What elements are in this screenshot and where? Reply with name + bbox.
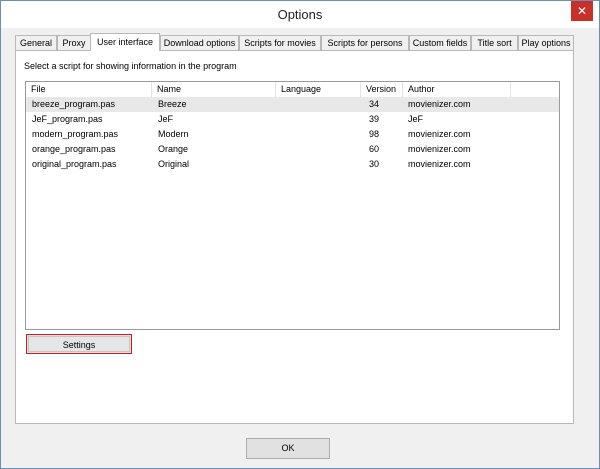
column-header-language[interactable]: Language — [276, 82, 361, 97]
cell-author: movienizer.com — [408, 144, 471, 154]
close-icon: ✕ — [576, 4, 588, 18]
panel-caption: Select a script for showing information … — [24, 61, 237, 71]
cell-name: Orange — [158, 144, 189, 154]
table-row[interactable]: modern_program.pas Modern 98 movienizer.… — [26, 127, 559, 142]
cell-author: movienizer.com — [408, 129, 471, 139]
scripts-list[interactable]: File Name Language Version Author breeze… — [25, 81, 560, 330]
tab-download-options[interactable]: Download options — [160, 35, 239, 50]
cell-file: original_program.pas — [32, 159, 117, 169]
column-header-file[interactable]: File — [26, 82, 152, 97]
cell-version: 39 — [369, 114, 380, 124]
settings-button[interactable]: Settings — [26, 334, 132, 354]
cell-file: JeF_program.pas — [32, 114, 103, 124]
list-header: File Name Language Version Author — [26, 82, 559, 97]
cell-version: 34 — [369, 99, 380, 109]
cell-file: orange_program.pas — [32, 144, 116, 154]
cell-version: 98 — [369, 129, 380, 139]
cell-name: Original — [158, 159, 190, 169]
cell-author: movienizer.com — [408, 99, 471, 109]
tab-scripts-for-movies[interactable]: Scripts for movies — [239, 35, 321, 50]
cell-version: 30 — [369, 159, 380, 169]
cell-file: modern_program.pas — [32, 129, 119, 139]
cell-name: Modern — [158, 129, 189, 139]
tab-title-sort[interactable]: Title sort — [471, 35, 518, 50]
ok-button[interactable]: OK — [246, 438, 330, 459]
options-window: Options ✕ General Proxy User interface D… — [0, 0, 600, 469]
tab-play-options[interactable]: Play options — [518, 35, 574, 50]
cell-name: JeF — [158, 114, 174, 124]
window-title: Options — [277, 7, 323, 22]
settings-button-label: Settings — [28, 336, 130, 352]
table-row[interactable]: orange_program.pas Orange 60 movienizer.… — [26, 142, 559, 157]
cell-name: Breeze — [158, 99, 187, 109]
cell-author: movienizer.com — [408, 159, 471, 169]
table-row[interactable]: original_program.pas Original 30 movieni… — [26, 157, 559, 172]
tab-user-interface[interactable]: User interface — [90, 33, 160, 51]
table-row[interactable]: breeze_program.pas Breeze 34 movienizer.… — [26, 97, 559, 112]
title-bar: Options ✕ — [1, 1, 599, 28]
tab-custom-fields[interactable]: Custom fields — [409, 35, 471, 50]
table-row[interactable]: JeF_program.pas JeF 39 JeF — [26, 112, 559, 127]
cell-author: JeF — [408, 114, 424, 124]
tab-proxy[interactable]: Proxy — [57, 35, 91, 50]
user-interface-panel: Select a script for showing information … — [15, 50, 574, 424]
tab-scripts-for-persons[interactable]: Scripts for persons — [321, 35, 409, 50]
cell-file: breeze_program.pas — [32, 99, 116, 109]
column-header-version[interactable]: Version — [361, 82, 403, 97]
cell-version: 60 — [369, 144, 380, 154]
column-header-author[interactable]: Author — [403, 82, 511, 97]
tab-general[interactable]: General — [15, 35, 57, 50]
column-header-name[interactable]: Name — [152, 82, 276, 97]
close-button[interactable]: ✕ — [571, 1, 593, 21]
